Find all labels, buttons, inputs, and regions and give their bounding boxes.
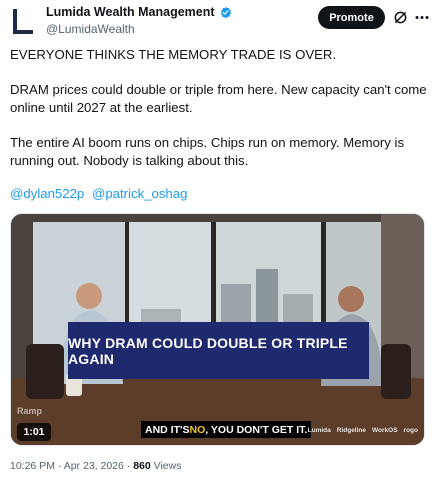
post-mentions: @dylan522p @patrick_oshag (10, 186, 191, 201)
video-sponsor-strip: Lumida Ridgeline WorkOS rogo (308, 427, 418, 434)
mention-link-patrick[interactable]: @patrick_oshag (92, 186, 188, 201)
sponsor-rogo: rogo (403, 427, 418, 434)
meta-separator-2: · (123, 460, 134, 472)
caption-suffix: , YOU DON'T GET IT. (205, 423, 308, 436)
sponsor-lumida: Lumida (307, 427, 331, 434)
post-text-line1: EVERYONE THINKS THE MEMORY TRADE IS OVER… (10, 47, 337, 62)
post-time[interactable]: 10:26 PM (10, 460, 55, 472)
sponsor-ridgeline: Ridgeline (336, 427, 367, 434)
post-text-line2: DRAM prices could double or triple from … (10, 82, 427, 115)
sponsor-workos: WorkOS (372, 427, 398, 434)
more-icon[interactable] (414, 10, 430, 25)
author-name-row: Lumida Wealth Management (46, 5, 232, 19)
meta-separator: · (54, 460, 64, 472)
post-metadata: 10:26 PM · Apr 23, 2026 · 860 Views (10, 460, 181, 472)
promote-button[interactable]: Promote (318, 6, 385, 29)
post-text-line3: The entire AI boom runs on chips. Chips … (10, 135, 405, 168)
video-caption: AND IT'S NO, YOU DON'T GET IT. (141, 421, 312, 438)
lumida-logo-icon[interactable] (11, 6, 37, 37)
grok-icon[interactable] (393, 10, 408, 25)
verified-badge-icon (220, 6, 231, 18)
author-handle[interactable]: @LumidaWealth (46, 22, 135, 36)
caption-highlight: NO (189, 423, 206, 436)
post-date[interactable]: Apr 23, 2026 (64, 460, 124, 472)
post-header: Lumida Wealth Management @LumidaWealth P… (0, 0, 444, 44)
video-brand-watermark: Ramp (17, 406, 43, 416)
views-label: Views (150, 460, 182, 472)
video-player[interactable]: WHY DRAM COULD DOUBLE OR TRIPLE AGAIN Ra… (10, 213, 425, 446)
caption-prefix: AND IT'S (145, 423, 190, 436)
mention-link-dylan[interactable]: @dylan522p (10, 186, 84, 201)
video-duration-badge: 1:01 (17, 423, 51, 441)
author-display-name[interactable]: Lumida Wealth Management (46, 5, 215, 19)
views-count: 860 (133, 460, 151, 472)
video-title-card: WHY DRAM COULD DOUBLE OR TRIPLE AGAIN (68, 322, 369, 379)
